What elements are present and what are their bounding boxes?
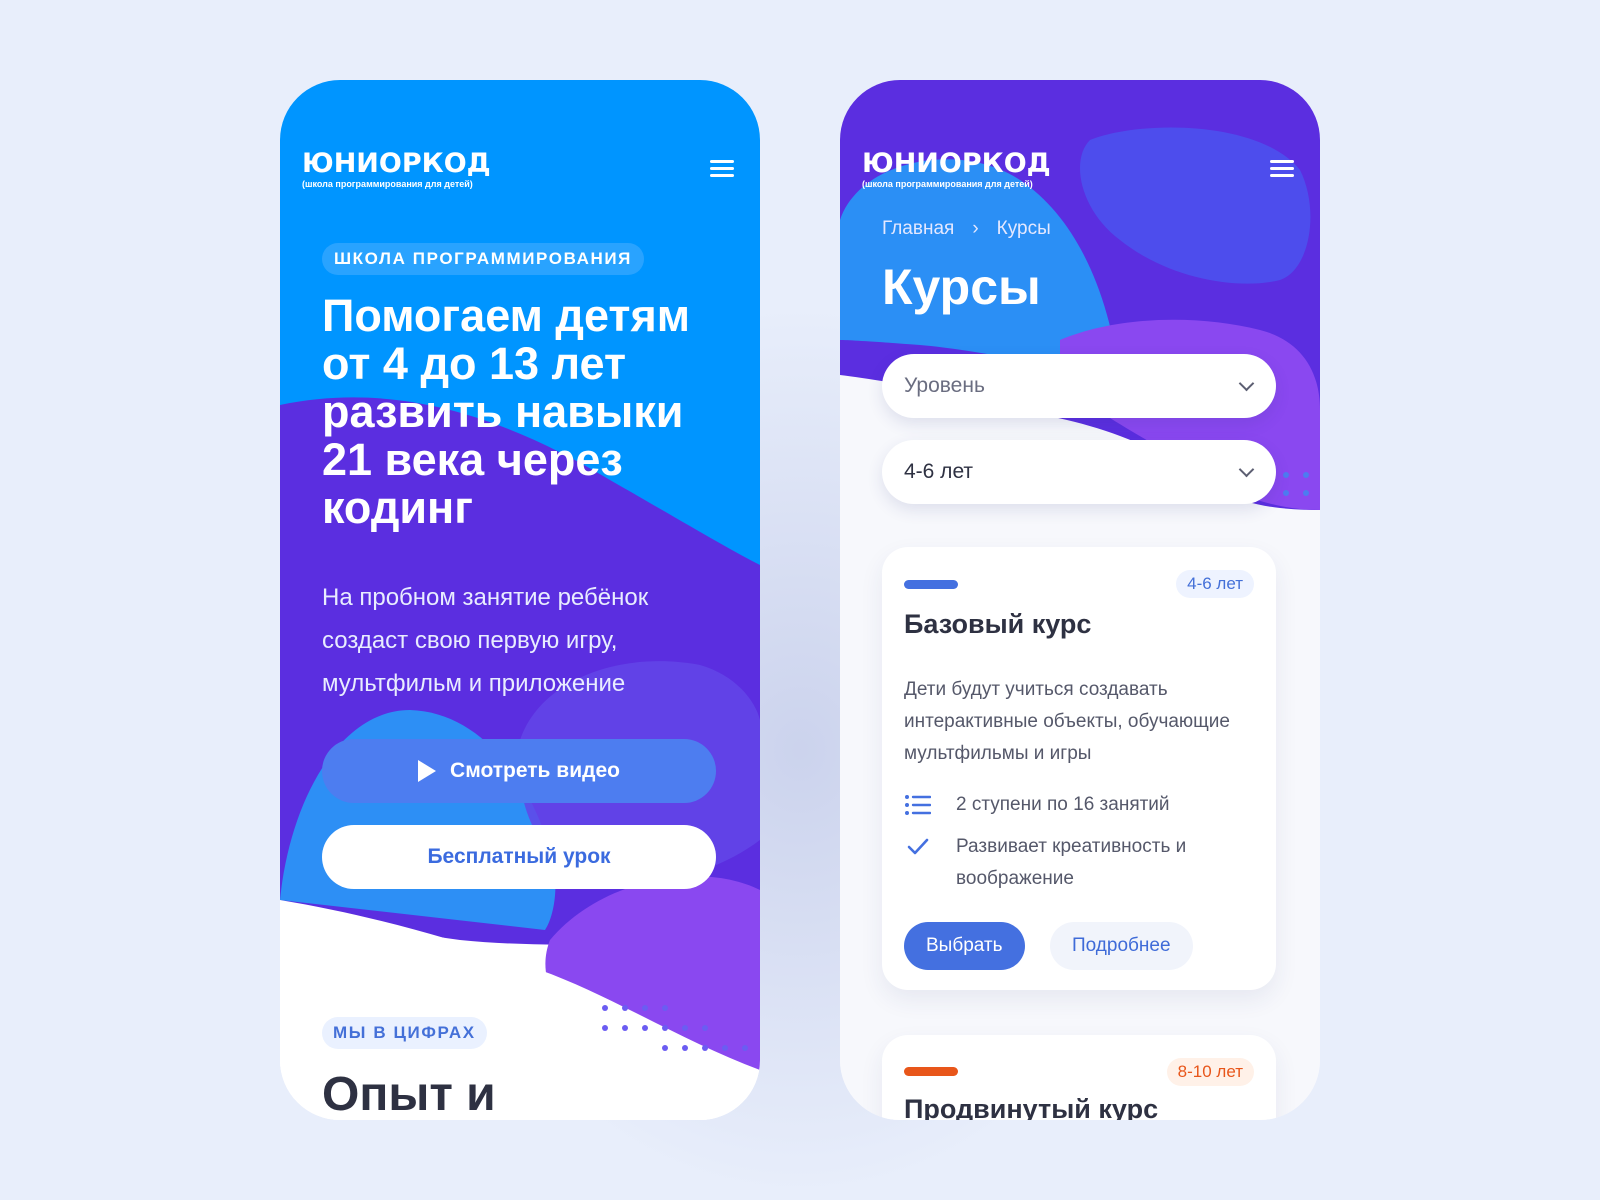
course-card-basic: 4-6 лет Базовый курс Дети будут учиться … <box>882 547 1276 990</box>
age-select-value: 4-6 лет <box>904 460 974 483</box>
logo-wordmark: ЮНИОРКОД <box>862 148 1051 179</box>
stats-tag: МЫ В ЦИФРАХ <box>322 1017 487 1049</box>
chevron-down-icon <box>1238 461 1255 477</box>
card-age-badge: 8-10 лет <box>1166 1058 1254 1086</box>
card-feature-lessons: 2 ступени по 16 занятий <box>904 789 1170 821</box>
breadcrumb: Главная › Курсы <box>882 218 1051 240</box>
logo-wordmark: ЮНИОРКОД <box>302 148 491 179</box>
choose-button[interactable]: Выбрать <box>904 922 1025 970</box>
card-title: Продвинутый курс <box>904 1094 1159 1120</box>
hero-subtext: На пробном занятие ребёнок создаст свою … <box>322 584 649 697</box>
card-feature-text: 2 ступени по 16 занятий <box>956 794 1170 815</box>
breadcrumb-current: Курсы <box>996 218 1051 239</box>
free-lesson-button[interactable]: Бесплатный урок <box>322 825 716 889</box>
level-select-value: Уровень <box>904 374 985 397</box>
chevron-down-icon <box>1238 375 1255 391</box>
logo-tagline: (школа программирования для детей) <box>862 179 1033 189</box>
breadcrumb-home-link[interactable]: Главная <box>882 218 954 240</box>
list-icon <box>904 789 932 821</box>
page-title: Курсы <box>882 259 1041 315</box>
details-button[interactable]: Подробнее <box>1050 922 1193 970</box>
level-select[interactable]: Уровень <box>882 354 1276 418</box>
logo[interactable]: ЮНИОРКОД (школа программирования для дет… <box>302 148 491 190</box>
watch-video-label: Смотреть видео <box>450 759 620 782</box>
card-feature-creativity: Развивает креативность и воображение <box>904 831 1234 895</box>
menu-icon[interactable] <box>710 160 734 178</box>
logo-tagline: (школа программирования для детей) <box>302 179 473 189</box>
card-accent-bar <box>904 580 958 589</box>
menu-icon[interactable] <box>1270 160 1294 178</box>
watch-video-button[interactable]: Смотреть видео <box>322 739 716 803</box>
card-accent-bar <box>904 1067 958 1076</box>
stats-title: Опыт и <box>322 1068 496 1120</box>
card-title: Базовый курс <box>904 609 1092 639</box>
school-tag: ШКОЛА ПРОГРАММИРОВАНИЯ <box>322 243 645 275</box>
play-icon <box>418 760 437 782</box>
chevron-right-icon: › <box>972 218 979 239</box>
card-description: Дети будут учиться создавать интерактивн… <box>904 679 1230 764</box>
phone-home-screen: ЮНИОРКОД (школа программирования для дет… <box>280 80 760 1120</box>
hero-headline: Помогаем детям от 4 до 13 лет развить на… <box>322 290 690 533</box>
card-feature-text: Развивает креативность и воображение <box>956 836 1187 889</box>
check-icon <box>904 831 932 863</box>
course-card-advanced: 8-10 лет Продвинутый курс <box>882 1035 1276 1120</box>
phone-courses-screen: ЮНИОРКОД (школа программирования для дет… <box>840 80 1320 1120</box>
card-age-badge: 4-6 лет <box>1176 570 1254 598</box>
age-select[interactable]: 4-6 лет <box>882 440 1276 504</box>
logo[interactable]: ЮНИОРКОД (школа программирования для дет… <box>862 148 1051 190</box>
